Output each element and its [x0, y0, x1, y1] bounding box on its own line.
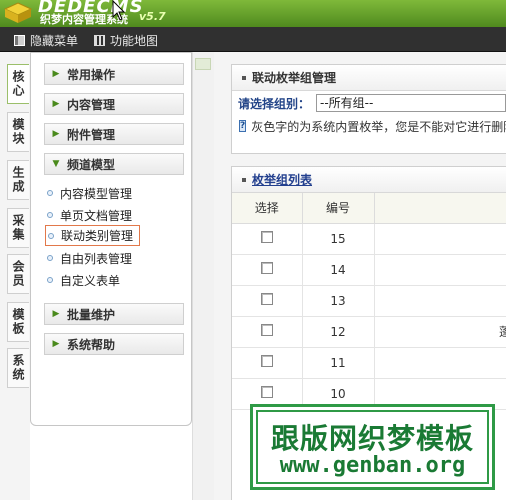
row-id: 15 [302, 223, 375, 255]
col-select-header: 选择 [232, 193, 303, 224]
mouse-cursor-icon [112, 0, 126, 21]
menu-group-label: 常用操作 [67, 67, 116, 82]
chevron-right-icon: ▶ [52, 69, 60, 79]
menu-item-single-page[interactable]: 单页文档管理 [47, 206, 132, 224]
version-label: v5.7 [139, 10, 166, 23]
panel-title: 联动枚举组管理 [232, 65, 506, 91]
group-select[interactable]: --所有组-- [316, 94, 506, 112]
linkage-group-panel: 联动枚举组管理 请选择组别： --所有组-- ? 灰色字的为系统内置枚举，您是不… [231, 64, 506, 154]
menu-item-custom-form[interactable]: 自定义表单 [47, 271, 120, 289]
chevron-right-icon: ▶ [52, 99, 60, 109]
menu-group-channel-model[interactable]: ▼ 频道模型 [44, 153, 184, 175]
list-title: 枚举组列表 [232, 167, 506, 193]
hide-menu-icon [14, 35, 25, 46]
chevron-down-icon: ▼ [52, 159, 60, 169]
hide-menu-button[interactable]: 隐藏菜单 [14, 32, 78, 49]
row-id: 12 [302, 316, 375, 348]
menu-group-label: 内容管理 [67, 97, 116, 112]
row-name-truncated[interactable]: 蓬 [374, 316, 506, 348]
hide-menu-label: 隐藏菜单 [30, 34, 79, 48]
row-id: 14 [302, 254, 375, 286]
collapse-handle[interactable] [195, 58, 211, 70]
group-select-label: 请选择组别： [238, 96, 311, 111]
menu-group-common[interactable]: ▶ 常用操作 [44, 63, 184, 85]
chevron-right-icon: ▶ [52, 339, 60, 349]
chevron-right-icon: ▶ [52, 309, 60, 319]
sitemap-button[interactable]: 功能地图 [94, 32, 158, 49]
chevron-right-icon: ▶ [52, 129, 60, 139]
table-row: 12 蓬 [232, 316, 506, 348]
col-extra-header [374, 193, 506, 224]
row-checkbox[interactable] [260, 324, 273, 336]
menu-item-label: 单页文档管理 [60, 208, 133, 223]
menu-item-linkage-category[interactable]: 联动类别管理 [45, 225, 141, 246]
row-id: 13 [302, 285, 375, 317]
tab-member[interactable]: 会员 [7, 254, 29, 294]
table-header-row: 选择 编号 [232, 193, 506, 224]
list-title-link[interactable]: 枚举组列表 [252, 171, 312, 188]
menu-group-label: 系统帮助 [67, 337, 116, 352]
row-checkbox[interactable] [260, 293, 273, 305]
menu-item-label: 联动类别管理 [61, 229, 134, 243]
tab-core[interactable]: 核心 [7, 64, 29, 104]
bullet-icon [47, 190, 53, 196]
table-row: 14 [232, 254, 506, 286]
bullet-icon [48, 232, 54, 239]
menu-group-label: 批量维护 [67, 307, 116, 322]
square-bullet-icon [242, 75, 246, 80]
menu-group-help[interactable]: ▶ 系统帮助 [44, 333, 184, 355]
watermark-cn-text: 跟版网织梦模板 [270, 422, 474, 455]
top-toolbar: 隐藏菜单 功能地图 [0, 27, 506, 52]
group-select-row: 请选择组别： --所有组-- [232, 91, 506, 115]
dedecms-logo-icon [4, 2, 32, 23]
help-icon: ? [239, 120, 247, 132]
menu-group-attachment[interactable]: ▶ 附件管理 [44, 123, 184, 145]
info-note-text: 灰色字的为系统内置枚举，您是不能对它进行删除 [251, 119, 506, 134]
bullet-icon [47, 255, 53, 261]
menu-group-label: 频道模型 [67, 157, 116, 172]
menu-item-label: 自由列表管理 [60, 251, 133, 266]
menu-group-content[interactable]: ▶ 内容管理 [44, 93, 184, 115]
table-row: 15 [232, 223, 506, 255]
menu-item-label: 自定义表单 [60, 273, 121, 288]
row-checkbox[interactable] [260, 386, 273, 398]
sitemap-label: 功能地图 [110, 34, 159, 48]
tab-system[interactable]: 系统 [7, 348, 29, 388]
panel-title-text: 联动枚举组管理 [252, 71, 337, 85]
row-checkbox[interactable] [260, 262, 273, 274]
vertical-tabs: 核心 模块 生成 采集 会员 模板 系统 [0, 52, 30, 500]
tab-module[interactable]: 模块 [7, 112, 29, 152]
tab-generate[interactable]: 生成 [7, 160, 29, 200]
menu-group-label: 附件管理 [67, 127, 116, 142]
row-id: 11 [302, 347, 375, 379]
enum-group-table: 选择 编号 15 14 13 12 蓬 11 10 [232, 193, 506, 410]
tab-collect[interactable]: 采集 [7, 208, 29, 248]
app-header: DEDECMS 织梦内容管理系统 v5.7 [0, 0, 506, 27]
menu-item-free-list[interactable]: 自由列表管理 [47, 249, 132, 267]
menu-group-batch[interactable]: ▶ 批量维护 [44, 303, 184, 325]
square-bullet-icon [242, 177, 246, 182]
row-checkbox[interactable] [260, 231, 273, 243]
bullet-icon [47, 277, 53, 283]
bullet-icon [47, 212, 53, 218]
row-checkbox[interactable] [260, 355, 273, 367]
watermark-url-text: www.genban.org [279, 453, 466, 478]
table-row: 13 [232, 285, 506, 317]
watermark: 跟版网织梦模板 www.genban.org [250, 404, 495, 490]
tab-template[interactable]: 模板 [7, 302, 29, 342]
side-menu: ▶ 常用操作 ▶ 内容管理 ▶ 附件管理 ▼ 频道模型 内容模型管理 单页文档管… [30, 52, 192, 426]
frame-divider[interactable] [192, 52, 214, 500]
info-note: ? 灰色字的为系统内置枚举，您是不能对它进行删除 [232, 115, 506, 137]
table-row: 11 [232, 347, 506, 379]
menu-item-label: 内容模型管理 [60, 186, 133, 201]
col-id-header: 编号 [302, 193, 375, 224]
menu-item-content-model[interactable]: 内容模型管理 [47, 184, 132, 202]
sitemap-grid-icon [94, 35, 105, 46]
